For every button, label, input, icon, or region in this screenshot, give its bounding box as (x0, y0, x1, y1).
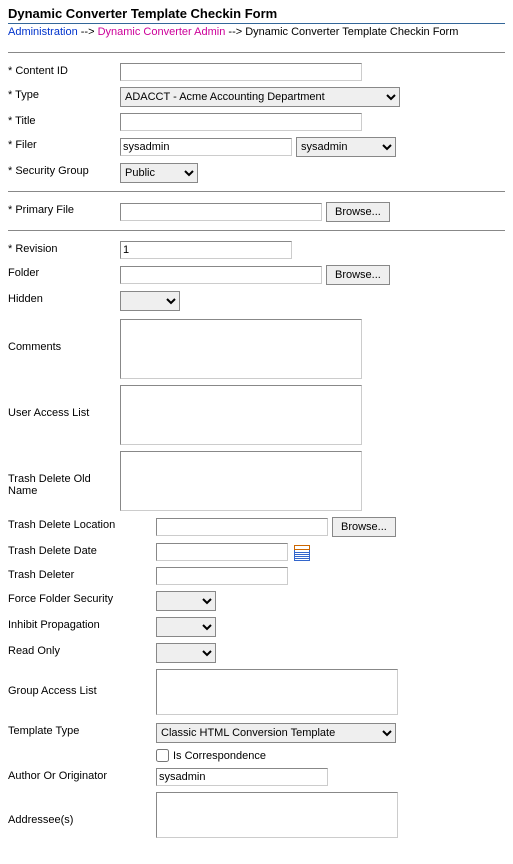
label-user-access-list: User Access List (8, 385, 120, 419)
calendar-icon[interactable] (294, 545, 310, 561)
label-hidden: Hidden (8, 291, 120, 305)
author-or-originator-input[interactable] (156, 768, 328, 786)
inhibit-propagation-select[interactable] (156, 617, 216, 637)
force-folder-security-select[interactable] (156, 591, 216, 611)
label-addressees: Addressee(s) (8, 792, 156, 826)
section-divider (8, 52, 505, 53)
trash-delete-location-input[interactable] (156, 518, 328, 536)
label-content-id: * Content ID (8, 63, 120, 77)
breadcrumb-administration[interactable]: Administration (8, 26, 78, 38)
type-select[interactable]: ADACCT - Acme Accounting Department (120, 87, 400, 107)
label-folder: Folder (8, 265, 120, 279)
hidden-select[interactable] (120, 291, 180, 311)
label-trash-delete-date: Trash Delete Date (8, 543, 156, 557)
label-revision: * Revision (8, 241, 120, 255)
label-filer: * Filer (8, 137, 120, 151)
trash-delete-date-input[interactable] (156, 543, 288, 561)
is-correspondence-checkbox[interactable] (156, 749, 169, 762)
trash-deleter-input[interactable] (156, 567, 288, 585)
label-title: * Title (8, 113, 120, 127)
trash-delete-location-browse-button[interactable]: Browse... (332, 517, 396, 537)
revision-input[interactable] (120, 241, 292, 259)
section-divider (8, 230, 505, 231)
folder-input[interactable] (120, 266, 322, 284)
label-inhibit-propagation: Inhibit Propagation (8, 617, 156, 631)
label-trash-deleter: Trash Deleter (8, 567, 156, 581)
breadcrumb: Administration --> Dynamic Converter Adm… (8, 26, 505, 38)
label-comments: Comments (8, 319, 120, 353)
filer-select[interactable]: sysadmin (296, 137, 396, 157)
label-type: * Type (8, 87, 120, 101)
label-trash-delete-old-name: Trash Delete Old Name (8, 451, 120, 497)
label-force-folder-security: Force Folder Security (8, 591, 156, 605)
read-only-select[interactable] (156, 643, 216, 663)
label-primary-file: * Primary File (8, 202, 120, 216)
section-divider (8, 191, 505, 192)
primary-file-input[interactable] (120, 203, 322, 221)
label-empty (8, 749, 156, 751)
group-access-list-textarea[interactable] (156, 669, 398, 715)
title-input[interactable] (120, 113, 362, 131)
filer-input[interactable] (120, 138, 292, 156)
breadcrumb-sep: --> (228, 26, 242, 38)
breadcrumb-sep: --> (81, 26, 95, 38)
template-type-select[interactable]: Classic HTML Conversion Template (156, 723, 396, 743)
security-group-select[interactable]: Public (120, 163, 198, 183)
label-author-or-originator: Author Or Originator (8, 768, 156, 782)
content-id-input[interactable] (120, 63, 362, 81)
label-group-access-list: Group Access List (8, 669, 156, 697)
breadcrumb-current: Dynamic Converter Template Checkin Form (245, 26, 458, 38)
label-read-only: Read Only (8, 643, 156, 657)
folder-browse-button[interactable]: Browse... (326, 265, 390, 285)
label-trash-delete-location: Trash Delete Location (8, 517, 156, 531)
user-access-list-textarea[interactable] (120, 385, 362, 445)
trash-delete-old-name-textarea[interactable] (120, 451, 362, 511)
primary-file-browse-button[interactable]: Browse... (326, 202, 390, 222)
label-template-type: Template Type (8, 723, 156, 737)
page-title: Dynamic Converter Template Checkin Form (8, 6, 505, 24)
label-security-group: * Security Group (8, 163, 120, 177)
label-is-correspondence: Is Correspondence (173, 750, 266, 762)
addressees-textarea[interactable] (156, 792, 398, 838)
comments-textarea[interactable] (120, 319, 362, 379)
breadcrumb-dynamic-converter-admin[interactable]: Dynamic Converter Admin (98, 26, 226, 38)
